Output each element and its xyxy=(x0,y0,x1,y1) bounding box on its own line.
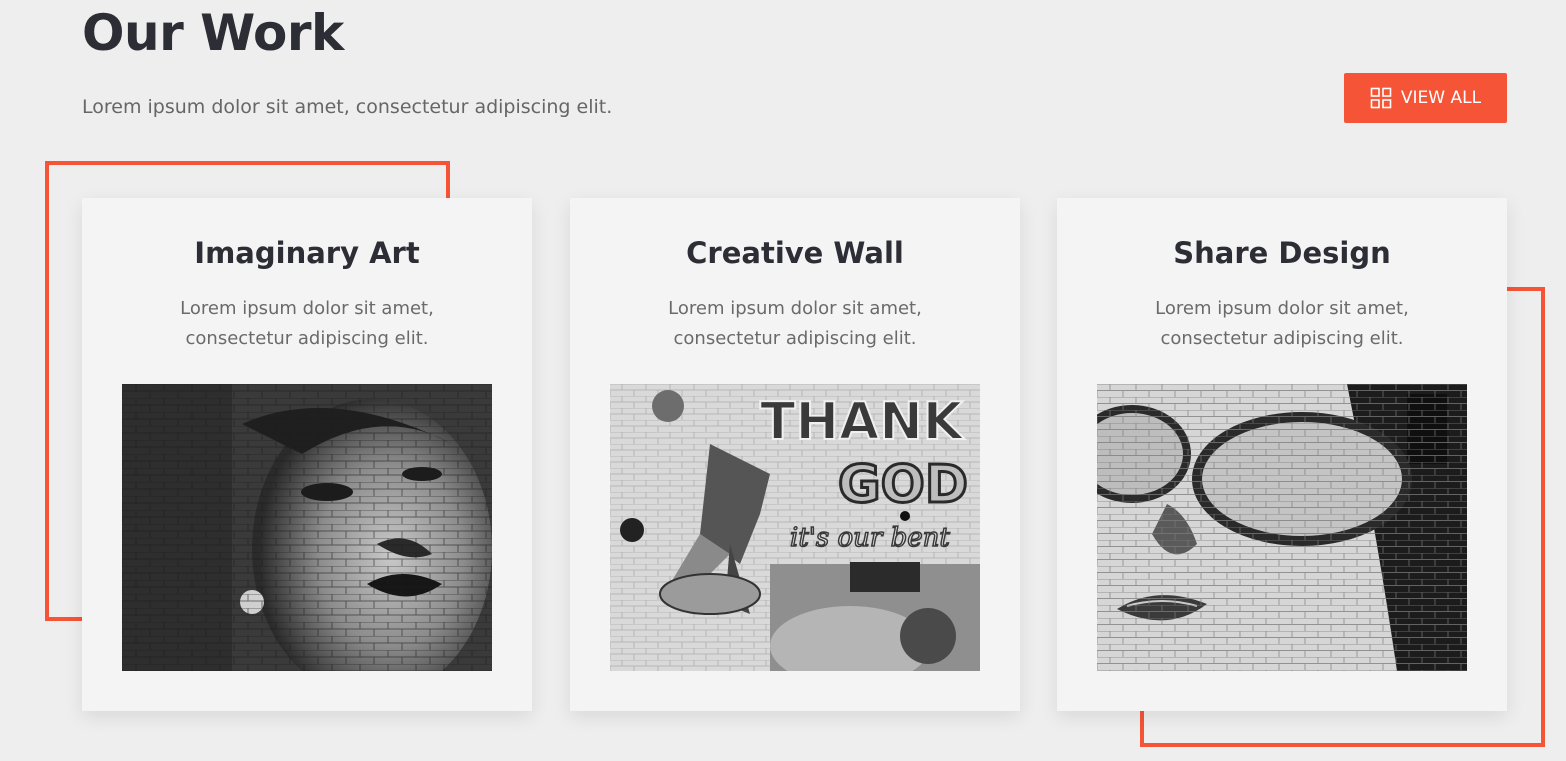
card-description: Lorem ipsum dolor sit amet, consectetur … xyxy=(1097,294,1467,354)
mural-text: GOD xyxy=(838,455,968,515)
work-card-share-design[interactable]: Share Design Lorem ipsum dolor sit amet,… xyxy=(1057,198,1507,711)
mural-text: THANK xyxy=(760,392,965,452)
work-card-imaginary-art[interactable]: Imaginary Art Lorem ipsum dolor sit amet… xyxy=(82,198,532,711)
section-subtitle: Lorem ipsum dolor sit amet, consectetur … xyxy=(82,96,613,118)
grid-icon xyxy=(1370,87,1392,109)
view-all-button[interactable]: VIEW ALL xyxy=(1344,73,1507,123)
card-title: Share Design xyxy=(1173,236,1391,270)
section-title: Our Work xyxy=(82,4,344,62)
card-title: Creative Wall xyxy=(686,236,904,270)
mural-text: it's our bent xyxy=(790,523,950,553)
card-description-line: consectetur adipiscing elit. xyxy=(185,328,429,349)
card-image-face-mural[interactable] xyxy=(122,384,492,671)
card-description: Lorem ipsum dolor sit amet, consectetur … xyxy=(610,294,980,354)
card-description-line: Lorem ipsum dolor sit amet, xyxy=(668,298,922,319)
view-all-label: VIEW ALL xyxy=(1400,88,1482,108)
work-card-creative-wall[interactable]: Creative Wall Lorem ipsum dolor sit amet… xyxy=(570,198,1020,711)
card-description: Lorem ipsum dolor sit amet, consectetur … xyxy=(122,294,492,354)
card-title: Imaginary Art xyxy=(194,236,420,270)
card-description-line: Lorem ipsum dolor sit amet, xyxy=(1155,298,1409,319)
card-description-line: consectetur adipiscing elit. xyxy=(673,328,917,349)
card-image-glasses-mural[interactable] xyxy=(1097,384,1467,671)
our-work-section: Our Work Lorem ipsum dolor sit amet, con… xyxy=(0,0,1566,761)
card-description-line: consectetur adipiscing elit. xyxy=(1160,328,1404,349)
card-description-line: Lorem ipsum dolor sit amet, xyxy=(180,298,434,319)
card-image-graffiti-wall[interactable]: THANK GOD it's our bent xyxy=(610,384,980,671)
